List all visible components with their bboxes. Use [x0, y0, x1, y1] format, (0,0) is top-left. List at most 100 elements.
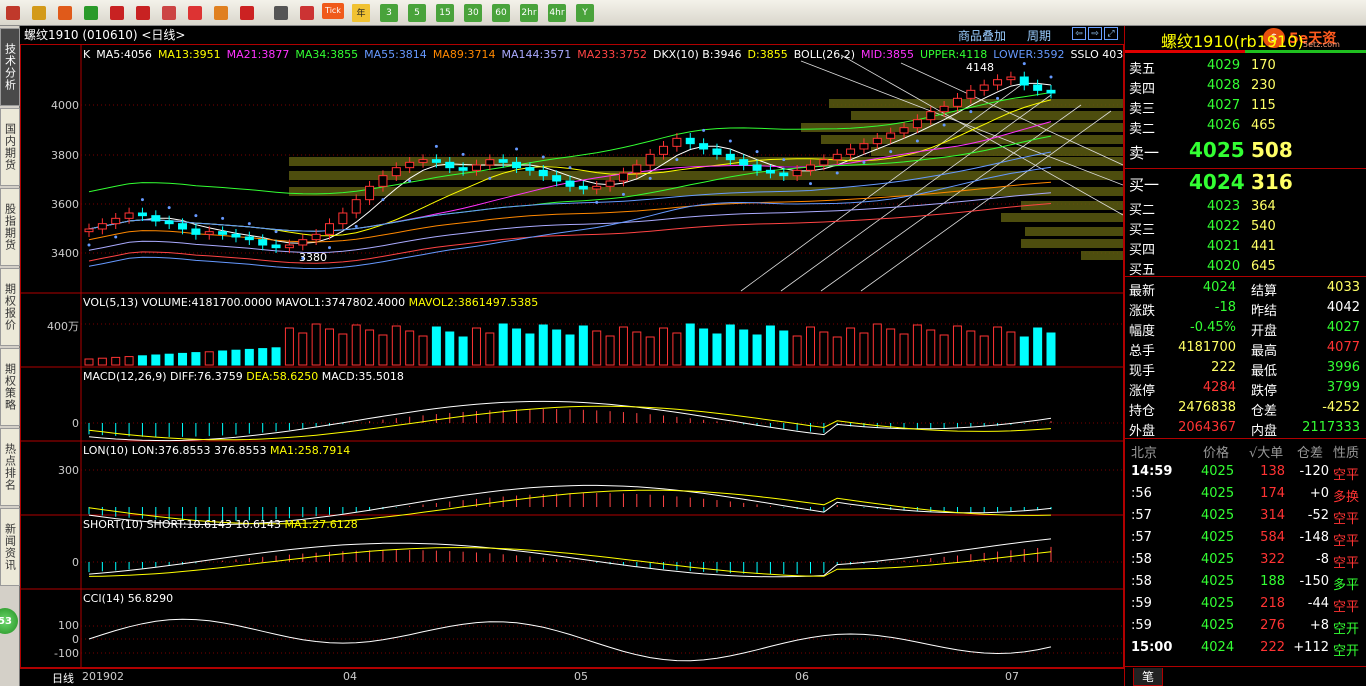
sidebar: 技术分析 国内期货 股指期货 期权报价 期权策略 热点排名 新闻资讯 53: [0, 26, 20, 686]
candle-body: [765, 169, 775, 174]
sar-dot: [515, 147, 519, 151]
minute-period-5[interactable]: 5: [408, 3, 426, 22]
minute-period-30[interactable]: 30: [464, 3, 482, 22]
notification-badge[interactable]: 53: [0, 608, 18, 634]
bid-row: 买二 4023 364: [1125, 197, 1366, 218]
list-icon[interactable]: [28, 3, 50, 23]
sidebar-tab-1[interactable]: 国内期货: [0, 108, 20, 186]
volume-bar: [378, 334, 388, 366]
stat-label: 昨结: [1251, 304, 1278, 319]
arrow-right-icon[interactable]: ⇨: [1088, 27, 1102, 40]
candle-body: [97, 223, 107, 230]
bid-price: 4024: [1189, 170, 1245, 194]
tick-volume: 222: [1260, 640, 1285, 655]
arrow-left-icon[interactable]: ⇦: [1072, 27, 1086, 40]
period-button[interactable]: 周期: [1027, 27, 1051, 44]
stat-label: 涨跌: [1129, 304, 1156, 319]
bid-price: 4022: [1207, 219, 1241, 234]
tick-nature: 多换: [1333, 490, 1360, 505]
candle-body: [244, 236, 254, 241]
chart-icon[interactable]: [296, 3, 318, 23]
volume-bar: [712, 333, 722, 366]
extra-period-1[interactable]: 4hr: [548, 3, 566, 22]
volume-bar: [218, 350, 228, 366]
volume-bar: [231, 349, 241, 366]
candle-body: [525, 167, 535, 171]
minute-period-3[interactable]: 3: [380, 3, 398, 22]
stat-label: 最低: [1251, 364, 1278, 379]
tick-time: :59: [1131, 618, 1152, 633]
sidebar-tab-4[interactable]: 期权策略: [0, 348, 20, 426]
window-icon[interactable]: [158, 3, 180, 23]
period-4[interactable]: 年: [352, 3, 370, 22]
volume-bar: [872, 323, 882, 366]
ask-label: 卖三: [1129, 102, 1156, 117]
stat-value: 4042: [1326, 300, 1360, 315]
tick-tab[interactable]: 笔: [1133, 668, 1163, 686]
cci-y-tick: 100: [58, 619, 79, 632]
extra-period-2[interactable]: Y: [576, 3, 594, 22]
stat-label: 结算: [1251, 284, 1278, 299]
f10-icon-glyph: [58, 5, 72, 20]
table-icon[interactable]: [270, 3, 292, 23]
ask-price: 4025: [1189, 138, 1245, 162]
sidebar-tab-3[interactable]: 期权报价: [0, 268, 20, 346]
extra-period-0[interactable]: 2hr: [520, 3, 538, 22]
sidebar-tab-2[interactable]: 股指期货: [0, 188, 20, 266]
sidebar-tab-0[interactable]: 技术分析: [0, 28, 20, 106]
candle-body: [592, 185, 602, 190]
zoom-in-icon[interactable]: [106, 3, 128, 23]
ma-value: MID:3855: [861, 48, 914, 61]
sar-dot: [114, 235, 118, 239]
candle-body: [458, 167, 468, 171]
brush-icon[interactable]: [210, 3, 232, 23]
overlay-button[interactable]: 商品叠加: [958, 27, 1006, 44]
sar-dot: [140, 198, 144, 202]
minute-period-60[interactable]: 60: [492, 3, 510, 22]
volume-bar: [632, 331, 642, 366]
sar-dot: [702, 128, 706, 132]
f10-icon[interactable]: [54, 3, 76, 23]
sidebar-tab-5[interactable]: 热点排名: [0, 428, 20, 506]
chart-area[interactable]: K MA5:4056 MA13:3951 MA21:3877 MA34:3855 MA55…: [20, 44, 1124, 668]
stat-label: 持仓: [1129, 404, 1156, 419]
bid-row: 买三 4022 540: [1125, 217, 1366, 238]
volume-bar: [244, 348, 254, 366]
ma-value: MA55:3814: [364, 48, 427, 61]
sar-dot: [728, 139, 732, 143]
candle-body: [418, 159, 428, 163]
volume-bar: [993, 326, 1003, 366]
main-indicator-legend: K MA5:4056 MA13:3951 MA21:3877 MA34:3855 MA55…: [83, 48, 1123, 61]
period-tab[interactable]: 日线: [52, 670, 74, 686]
minute-period-15[interactable]: 15: [436, 3, 454, 22]
volume-profile-bar: [1001, 213, 1123, 222]
home-icon[interactable]: [2, 3, 24, 23]
volume-bar: [846, 327, 856, 366]
tick-nature: 空开: [1333, 644, 1360, 659]
sar-dot: [835, 171, 839, 175]
candle-body: [378, 175, 388, 187]
expand-icon[interactable]: ⤢: [1104, 27, 1118, 40]
sar-dot: [1049, 75, 1053, 79]
zoom-out-icon[interactable]: [132, 3, 154, 23]
sidebar-tab-6[interactable]: 新闻资讯: [0, 508, 20, 586]
tick-icon[interactable]: Tick: [322, 2, 344, 19]
filter-icon[interactable]: [236, 3, 258, 23]
trend-line: [820, 104, 1082, 292]
kline-chart[interactable]: [21, 45, 1123, 667]
draw-pen-icon[interactable]: [184, 3, 206, 23]
refresh-icon[interactable]: [80, 3, 102, 23]
tick-nature: 空平: [1333, 556, 1360, 571]
tick-nature: 空平: [1333, 534, 1360, 549]
stat-value: 4024: [1202, 280, 1236, 295]
tick-price: 4025: [1201, 618, 1235, 633]
ask-volume: 115: [1251, 98, 1276, 113]
tick-price: 4025: [1201, 508, 1235, 523]
volume-bar: [258, 348, 268, 366]
tick-volume: 584: [1260, 530, 1285, 545]
ask-volume: 230: [1251, 78, 1276, 93]
ask-price: 4028: [1207, 78, 1241, 93]
candle-body: [431, 159, 441, 163]
candle-body: [779, 172, 789, 177]
tick-nature: 多平: [1333, 578, 1360, 593]
